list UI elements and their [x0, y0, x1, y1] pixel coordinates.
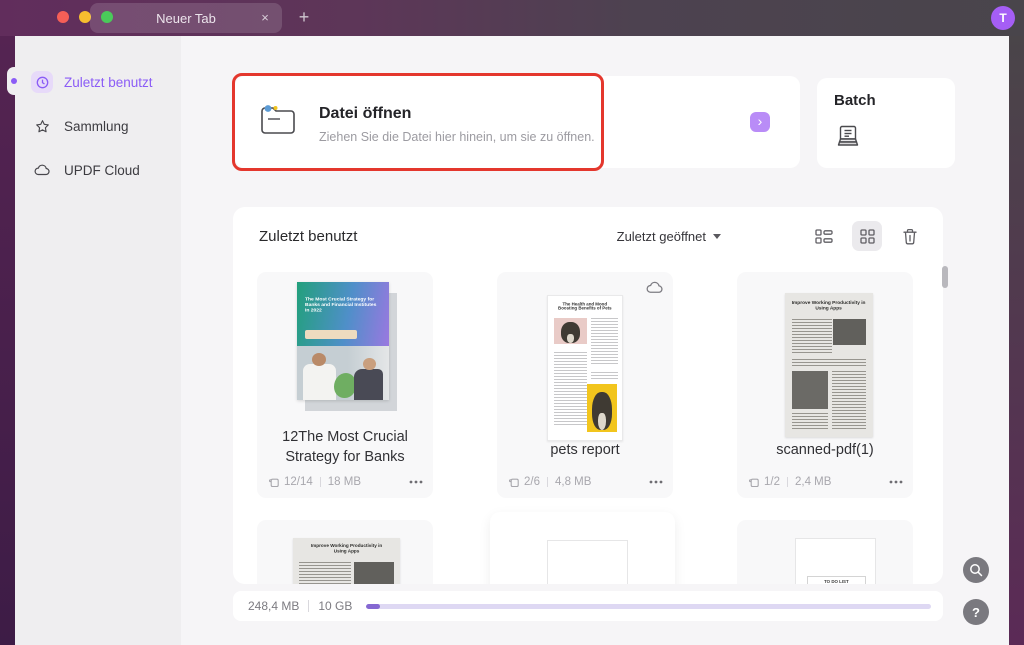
- close-window-button[interactable]: [57, 11, 69, 23]
- storage-progress-track: [366, 604, 931, 609]
- scrollbar-thumb[interactable]: [942, 266, 948, 288]
- sidebar-item-collection[interactable]: Sammlung: [31, 112, 171, 140]
- list-view-button[interactable]: [809, 221, 839, 251]
- cloud-sync-icon: [646, 281, 663, 294]
- document-card-hover[interactable]: TO DO LIST: [490, 512, 675, 584]
- tab-title: Neuer Tab: [156, 11, 216, 26]
- storage-bar: 248,4 MB 10 GB: [233, 591, 943, 621]
- doc-pages: 12/14: [284, 476, 313, 488]
- page-count-icon: [749, 477, 760, 488]
- app-window: Neuer Tab × + T Zuletzt benutzt Sammlung: [0, 0, 1024, 645]
- main-content: Datei öffnen Ziehen Sie die Datei hier h…: [181, 36, 1009, 645]
- doc-title: pets report: [503, 440, 667, 460]
- doc-thumbnail: Improve Working Productivity in Using Ap…: [293, 538, 400, 584]
- more-icon[interactable]: [409, 480, 423, 484]
- delete-button[interactable]: [895, 221, 925, 251]
- recent-title: Zuletzt benutzt: [259, 228, 357, 245]
- doc-pages: 2/6: [524, 476, 540, 488]
- document-card[interactable]: TO DO LIST: [737, 520, 913, 584]
- recent-header: Zuletzt benutzt Zuletzt geöffnet: [233, 207, 943, 265]
- sidebar-item-label: Sammlung: [64, 119, 129, 134]
- search-button[interactable]: [963, 557, 989, 583]
- storage-used: 248,4 MB: [248, 599, 299, 613]
- doc-thumbnail: TO DO LIST: [547, 540, 628, 584]
- close-tab-icon[interactable]: ×: [257, 10, 273, 26]
- window-right-edge: [1009, 36, 1024, 645]
- more-icon[interactable]: [649, 480, 663, 484]
- star-icon: [31, 115, 53, 137]
- doc-size: 18 MB: [328, 476, 361, 488]
- expand-arrow-button[interactable]: ›: [750, 112, 770, 132]
- storage-progress-fill: [366, 604, 380, 609]
- batch-card[interactable]: Batch: [817, 78, 955, 168]
- document-card[interactable]: The Health and Mood Boosting Benefits of…: [497, 272, 673, 498]
- cloud-icon: [31, 159, 53, 181]
- help-button[interactable]: ?: [963, 599, 989, 625]
- sidebar-item-label: UPDF Cloud: [64, 163, 140, 178]
- document-card[interactable]: The Most Crucial Strategy for Banks and …: [257, 272, 433, 498]
- page-count-icon: [269, 477, 280, 488]
- sidebar: Zuletzt benutzt Sammlung UPDF Cloud: [15, 36, 181, 645]
- sidebar-item-label: Zuletzt benutzt: [64, 75, 153, 90]
- more-icon[interactable]: [889, 480, 903, 484]
- sidebar-item-recent[interactable]: Zuletzt benutzt: [31, 68, 171, 96]
- thumb-cover-title: Improve Working Productivity in Using Ap…: [306, 543, 387, 553]
- chevron-down-icon: [713, 234, 721, 239]
- doc-pages: 1/2: [764, 476, 780, 488]
- sort-dropdown[interactable]: Zuletzt geöffnet: [617, 229, 721, 244]
- doc-title: 12The Most Crucial Strategy for Banks: [263, 427, 427, 467]
- sidebar-item-updf-cloud[interactable]: UPDF Cloud: [31, 156, 171, 184]
- grid-view-button[interactable]: [852, 221, 882, 251]
- document-card[interactable]: Improve Working Productivity in Using Ap…: [257, 520, 433, 584]
- doc-thumbnail: The Most Crucial Strategy for Banks and …: [297, 282, 397, 412]
- search-icon: [969, 563, 983, 577]
- page-count-icon: [509, 477, 520, 488]
- new-tab-button[interactable]: +: [293, 7, 315, 29]
- doc-meta: 12/14 18 MB: [269, 474, 423, 490]
- doc-thumbnail: The Health and Mood Boosting Benefits of…: [547, 295, 623, 441]
- tab-neuer-tab[interactable]: Neuer Tab ×: [90, 3, 282, 33]
- doc-thumbnail: TO DO LIST: [795, 538, 876, 584]
- divider: [308, 600, 309, 612]
- recent-files-panel: Zuletzt benutzt Zuletzt geöffnet: [233, 207, 943, 584]
- open-file-title: Datei öffnen: [319, 105, 411, 123]
- sidebar-active-indicator: [11, 78, 17, 84]
- batch-title: Batch: [834, 92, 876, 109]
- doc-size: 2,4 MB: [795, 476, 831, 488]
- thumb-cover-title: Improve Working Productivity in Using Ap…: [792, 300, 866, 311]
- title-bar: Neuer Tab × + T: [0, 0, 1024, 36]
- user-avatar[interactable]: T: [991, 6, 1015, 30]
- storage-total: 10 GB: [318, 599, 352, 613]
- question-mark-icon: ?: [972, 605, 980, 620]
- doc-title: scanned-pdf(1): [743, 440, 907, 460]
- doc-meta: 2/6 4,8 MB: [509, 474, 663, 490]
- open-file-dropzone[interactable]: Datei öffnen Ziehen Sie die Datei hier h…: [235, 76, 800, 168]
- open-file-subtitle: Ziehen Sie die Datei hier hinein, um sie…: [319, 130, 595, 144]
- thumb-cover-title: TO DO LIST: [824, 579, 849, 584]
- folder-icon: [259, 104, 297, 141]
- sort-label: Zuletzt geöffnet: [617, 229, 706, 244]
- batch-stack-icon: [835, 124, 861, 155]
- document-card[interactable]: Improve Working Productivity in Using Ap…: [737, 272, 913, 498]
- doc-thumbnail: Improve Working Productivity in Using Ap…: [785, 293, 873, 437]
- window-left-edge: [0, 36, 15, 645]
- thumb-cover-title: The Health and Mood Boosting Benefits of…: [557, 302, 614, 311]
- doc-meta: 1/2 2,4 MB: [749, 474, 903, 490]
- doc-size: 4,8 MB: [555, 476, 591, 488]
- thumb-cover-title: The Most Crucial Strategy for Banks and …: [305, 296, 380, 313]
- clock-icon: [31, 71, 53, 93]
